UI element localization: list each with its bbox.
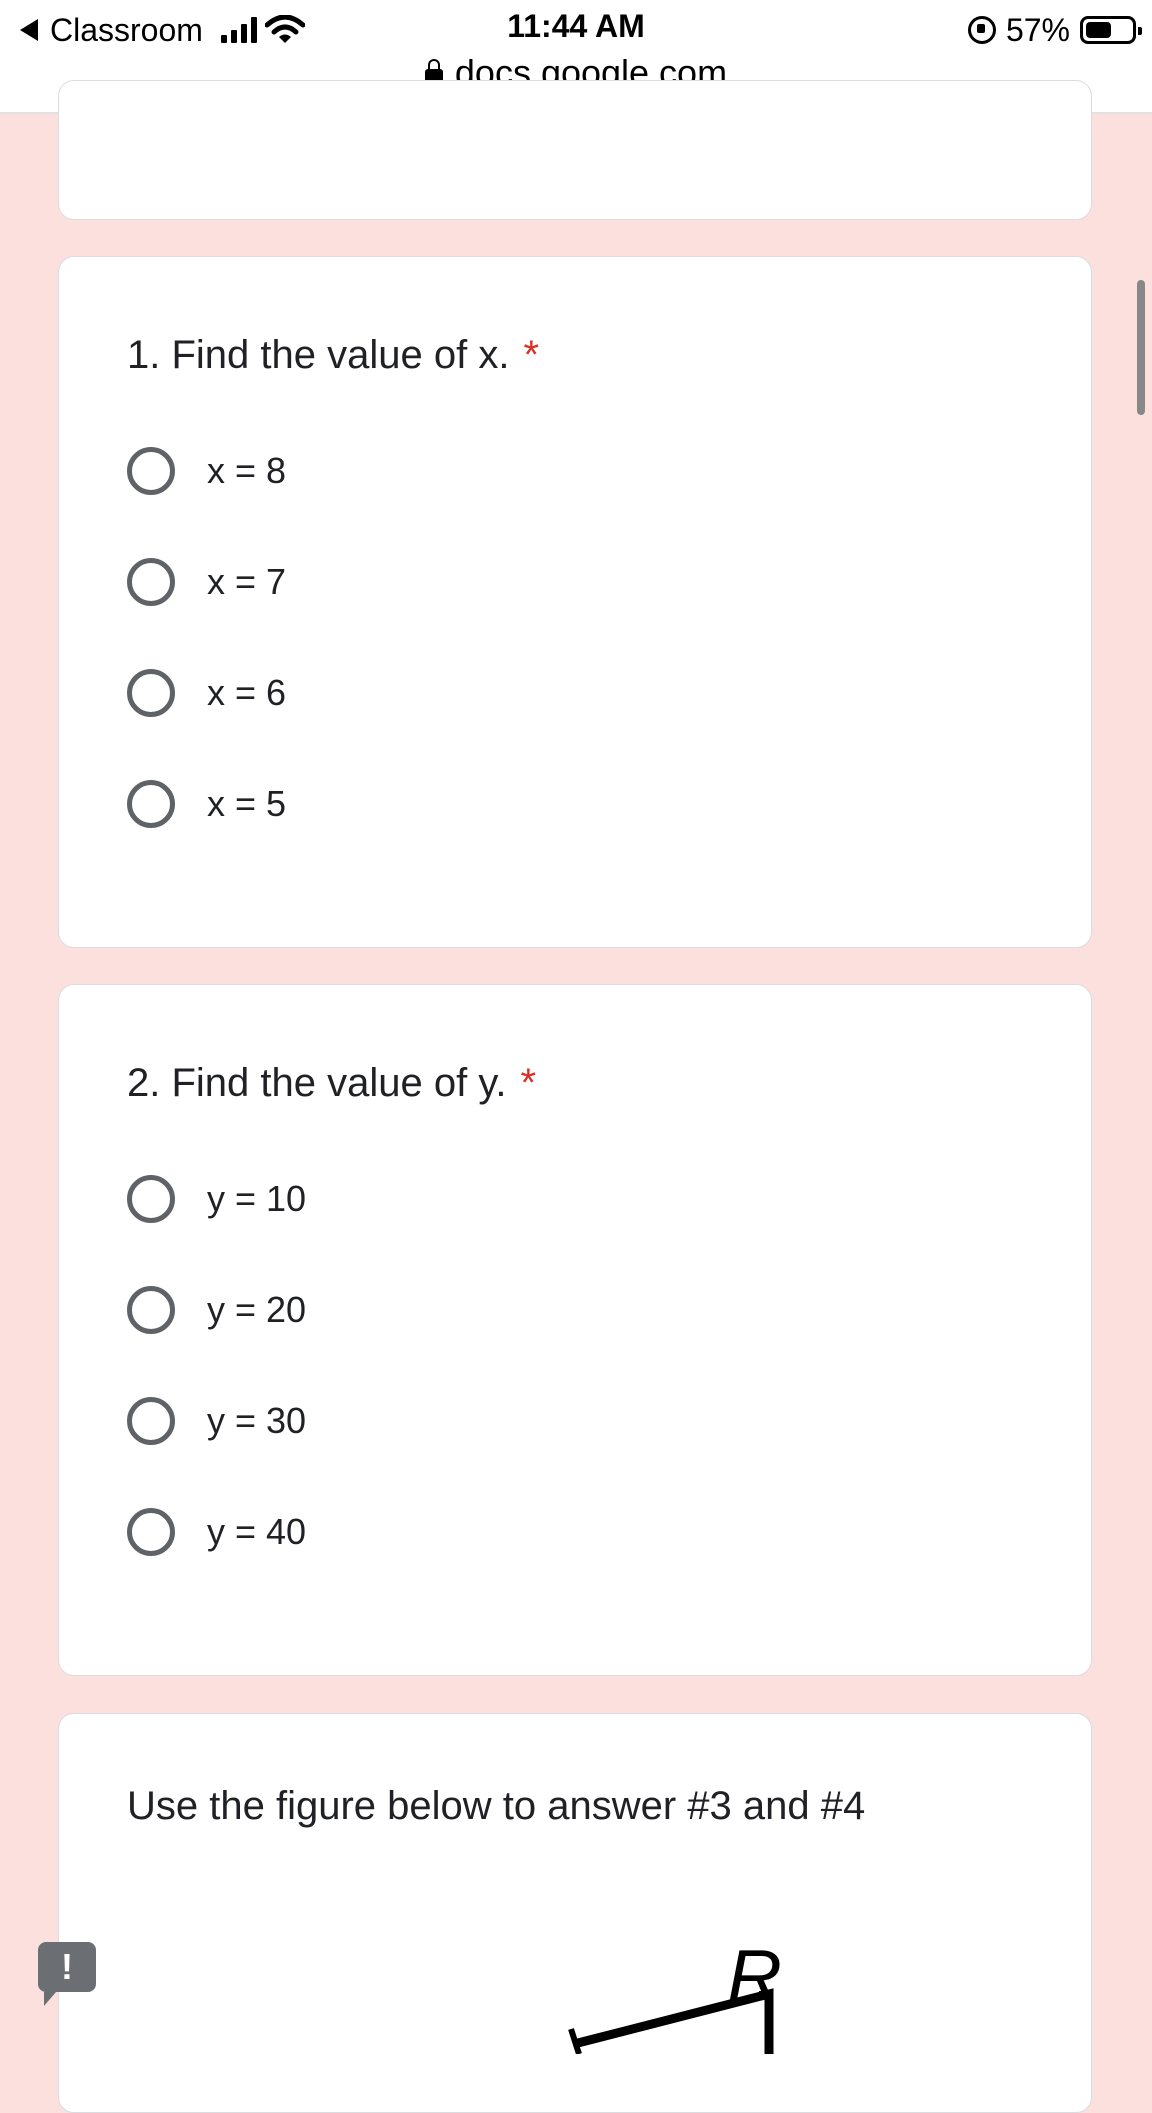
battery-percent: 57% bbox=[1005, 11, 1070, 48]
orientation-lock-icon bbox=[967, 16, 996, 44]
question-text: 2. Find the value of y. bbox=[127, 1061, 507, 1105]
radio-button[interactable] bbox=[127, 1286, 175, 1334]
instruction-card: Use the figure below to answer #3 and #4… bbox=[58, 1713, 1092, 2113]
option-label: y = 10 bbox=[207, 1178, 307, 1219]
radio-button[interactable] bbox=[127, 447, 175, 495]
question-card-1: 1. Find the value of x. * x = 8 x = 7 x =… bbox=[58, 256, 1092, 948]
radio-button[interactable] bbox=[127, 1508, 175, 1556]
page-scrollbar[interactable] bbox=[1137, 280, 1145, 415]
radio-option[interactable]: y = 40 bbox=[127, 1502, 306, 1562]
header-card bbox=[58, 80, 1092, 220]
status-right: 57% bbox=[967, 10, 1142, 50]
feedback-button[interactable]: ! bbox=[38, 1942, 96, 2006]
radio-button[interactable] bbox=[127, 780, 175, 828]
radio-option[interactable]: x = 7 bbox=[127, 552, 286, 612]
radio-option[interactable]: x = 6 bbox=[127, 663, 286, 723]
feedback-icon: ! bbox=[61, 1946, 73, 1987]
radio-button[interactable] bbox=[127, 1175, 175, 1223]
radio-option[interactable]: y = 20 bbox=[127, 1280, 306, 1340]
option-label: x = 8 bbox=[207, 450, 287, 491]
battery-level bbox=[1086, 22, 1111, 38]
required-asterisk: * bbox=[520, 1061, 537, 1105]
radio-button[interactable] bbox=[127, 558, 175, 606]
option-label: y = 20 bbox=[207, 1289, 307, 1330]
option-label: x = 6 bbox=[207, 672, 287, 713]
question-text: 1. Find the value of x. bbox=[127, 333, 510, 377]
battery-icon bbox=[1080, 16, 1142, 44]
question-card-2: 2. Find the value of y. * y = 10 y = 20 y… bbox=[58, 984, 1092, 1676]
question-title: 1. Find the value of x. * bbox=[127, 333, 539, 378]
required-asterisk: * bbox=[523, 333, 540, 377]
option-label: y = 30 bbox=[207, 1400, 307, 1441]
radio-button[interactable] bbox=[127, 669, 175, 717]
radio-option[interactable]: x = 5 bbox=[127, 774, 286, 834]
instruction-text: Use the figure below to answer #3 and #4 bbox=[127, 1784, 866, 1828]
radio-option[interactable]: y = 10 bbox=[127, 1169, 306, 1229]
radio-option[interactable]: x = 8 bbox=[127, 441, 286, 501]
figure-vertex-label: R bbox=[727, 1935, 782, 2020]
option-label: y = 40 bbox=[207, 1511, 307, 1552]
option-label: x = 7 bbox=[207, 561, 287, 602]
radio-option[interactable]: y = 30 bbox=[127, 1391, 306, 1451]
option-label: x = 5 bbox=[207, 783, 287, 824]
question-title: 2. Find the value of y. * bbox=[127, 1061, 536, 1106]
radio-button[interactable] bbox=[127, 1397, 175, 1445]
